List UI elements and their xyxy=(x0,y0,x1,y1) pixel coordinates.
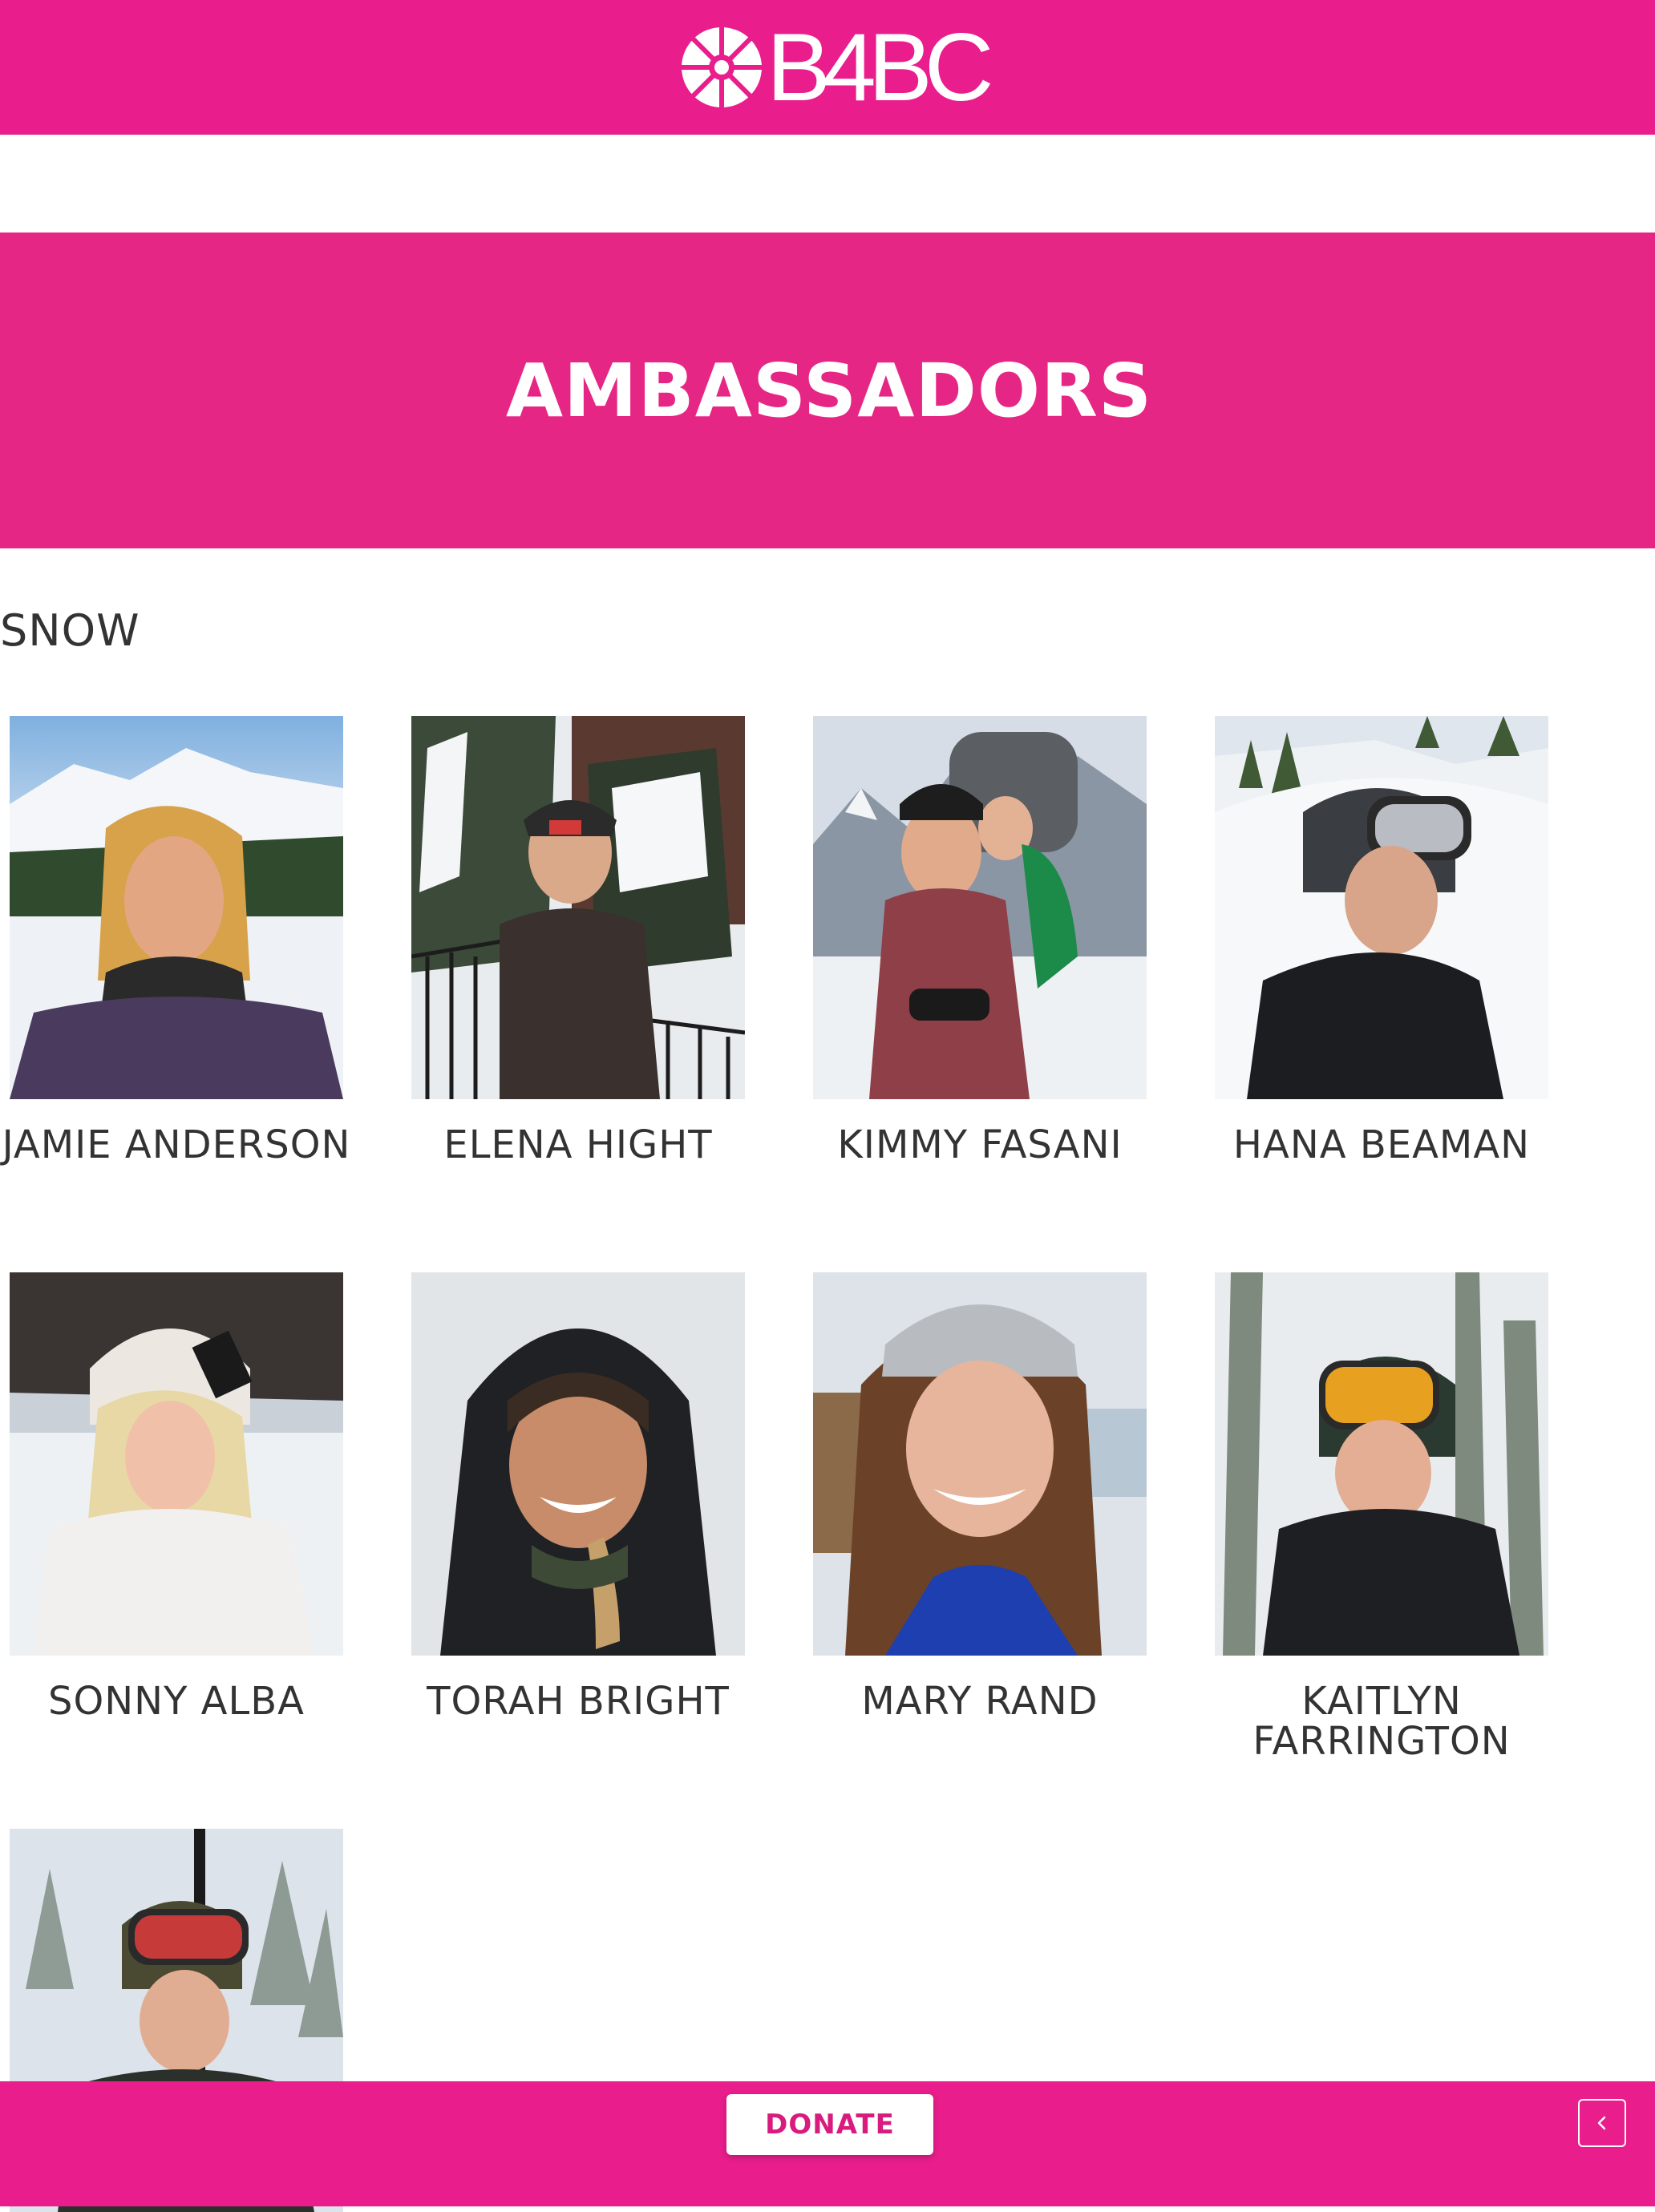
ambassador-name[interactable]: KIMMY FASANI xyxy=(781,1125,1179,1165)
ambassador-photo[interactable] xyxy=(1215,716,1548,1099)
ambassador-photo[interactable] xyxy=(813,1272,1147,1656)
ambassador-name[interactable]: HANA BEAMAN xyxy=(1183,1125,1580,1165)
chevron-left-icon xyxy=(1597,2116,1606,2130)
ambassador-photo[interactable] xyxy=(1215,1272,1548,1656)
ambassador-name[interactable]: SONNY ALBA xyxy=(0,1681,375,1721)
hero-banner: AMBASSADORS xyxy=(0,233,1655,548)
ambassador-name[interactable]: JAMIE ANDERSON xyxy=(0,1125,375,1165)
page-title: AMBASSADORS xyxy=(505,347,1153,434)
ambassador-name[interactable]: KAITLYN FARRINGTON xyxy=(1183,1681,1580,1761)
ambassador-photo[interactable] xyxy=(813,716,1147,1099)
ambassador-photo[interactable] xyxy=(10,1272,343,1656)
ambassador-photo[interactable] xyxy=(411,716,745,1099)
logo-text: B4BC xyxy=(767,14,994,121)
ambassador-name[interactable]: ELENA HIGHT xyxy=(379,1125,777,1165)
ambassador-photo[interactable] xyxy=(411,1272,745,1656)
b4bc-logo[interactable]: B4BC xyxy=(678,14,994,121)
ambassador-name[interactable]: MARY RAND xyxy=(781,1681,1179,1721)
ambassador-photo[interactable] xyxy=(10,716,343,1099)
donate-button[interactable]: DONATE xyxy=(726,2094,933,2155)
ambassador-name[interactable]: TORAH BRIGHT xyxy=(379,1681,777,1721)
section-title: SNOW xyxy=(0,605,140,656)
back-button[interactable] xyxy=(1578,2099,1626,2147)
logo-sun-icon xyxy=(682,27,762,107)
